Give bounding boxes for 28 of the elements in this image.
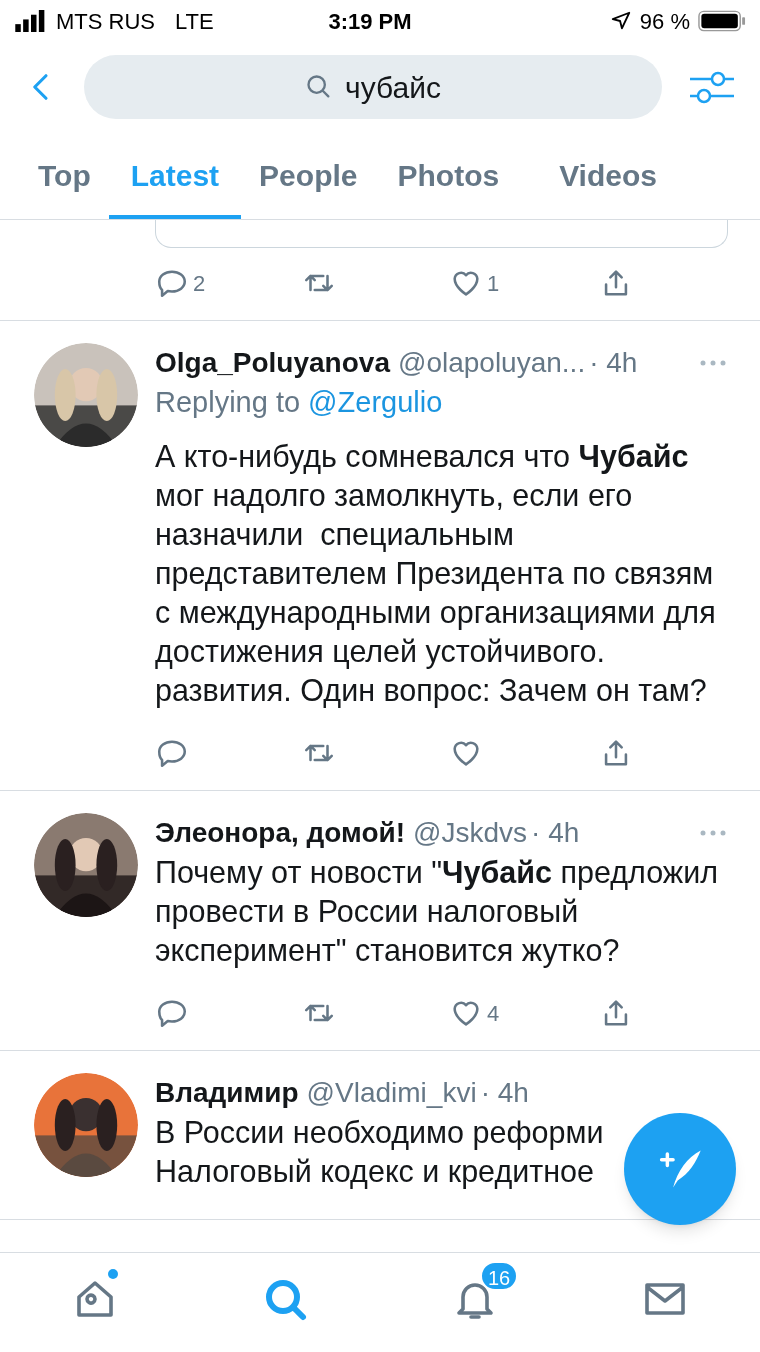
network-type: LTE: [175, 7, 214, 36]
tweet-text: Почему от новости "Чубайс предложил провести в России налоговый эксперимент" становится жутко?: [155, 854, 719, 970]
search-field[interactable]: чубайс: [84, 55, 662, 119]
reply-count: 2: [193, 269, 206, 298]
mention-link[interactable]: @Zergulio: [308, 381, 443, 425]
tweet-time: · 4h: [480, 1076, 529, 1110]
tab[interactable]: Latest: [108, 132, 242, 219]
tab[interactable]: Videos: [537, 132, 679, 219]
location-icon: [609, 10, 632, 32]
author-handle: @Vladimi_kvi: [306, 1076, 477, 1110]
filter-icon[interactable]: [690, 69, 734, 105]
notification-count: 16: [480, 1260, 519, 1291]
tweet-text: В России необходимо реформи Налоговый кодекс и кредитное: [155, 1114, 605, 1191]
tweet-text: А кто-нибудь сомневался что Чубайс мог надолго замолкнуть, если его назначили специальным представителем Президента по связям с международными организациями для достижения целей устойчивого. развития. Один вопрос: Зачем он там?: [155, 438, 717, 710]
like-count: 4: [487, 999, 500, 1028]
tweet-time: · 4h: [589, 346, 638, 380]
clock: 3:19 PM: [327, 7, 413, 36]
author-handle: @olapoluyan...: [397, 346, 586, 380]
battery-percent: 96 %: [639, 7, 690, 36]
tweet-time: · 4h: [531, 816, 580, 850]
author-name[interactable]: Элеонора, домой!: [155, 812, 406, 854]
replying-label: Replying to: [155, 385, 301, 421]
author-handle: @Jskdvs: [413, 816, 528, 850]
like-count: 1: [487, 269, 500, 298]
carrier-name: MTS RUS: [56, 7, 155, 36]
author-name[interactable]: Olga_Poluyanova: [155, 342, 390, 384]
battery-icon: [698, 10, 746, 32]
author-name[interactable]: Владимир: [155, 1072, 299, 1114]
